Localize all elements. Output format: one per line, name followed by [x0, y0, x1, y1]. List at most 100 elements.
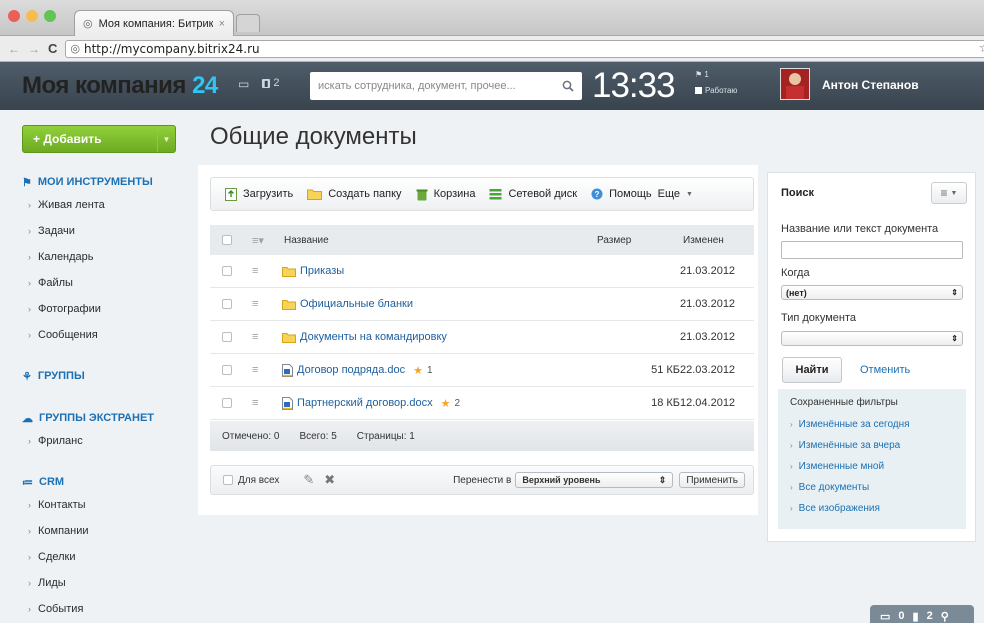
find-button[interactable]: Найти — [782, 357, 842, 383]
sidebar-item-freelance[interactable]: › Фриланс — [22, 428, 192, 454]
bookmark-star-icon[interactable]: ☆ — [979, 41, 984, 56]
row-checkbox[interactable] — [222, 299, 232, 309]
doc-name-input[interactable] — [781, 241, 963, 259]
upload-button[interactable]: Загрузить — [225, 187, 293, 201]
clock[interactable]: 13:33 — [592, 66, 676, 106]
sidebar-item-deals[interactable]: › Сделки — [22, 544, 192, 570]
doc-type-select[interactable]: ⇕ — [781, 331, 963, 346]
add-button[interactable]: + Добавить ▼ — [22, 125, 176, 153]
row-name[interactable]: Партнерский договор.docx ★ 2 — [282, 396, 582, 410]
rating-star-icon[interactable]: ★ — [441, 397, 451, 410]
sidebar-item-events[interactable]: › События — [22, 596, 192, 622]
sidebar-item-contacts[interactable]: › Контакты — [22, 492, 192, 518]
search-icon[interactable] — [562, 80, 574, 92]
chevron-down-icon: ▼ — [950, 189, 958, 197]
user-name[interactable]: Антон Степанов — [822, 78, 919, 92]
sidebar-section-crm[interactable]: ≔ CRM — [22, 472, 192, 492]
flag-icon: ⚑ — [695, 70, 703, 79]
tab-close-icon[interactable]: × — [219, 18, 225, 30]
row-checkbox[interactable] — [222, 266, 232, 276]
row-menu-icon[interactable]: ≡ — [252, 265, 264, 277]
saved-filter-item[interactable]: › Изменённые за вчера — [790, 440, 900, 451]
new-tab-button[interactable] — [236, 14, 260, 32]
row-name[interactable]: Приказы — [282, 265, 582, 277]
chevron-down-icon: ▼ — [686, 190, 693, 198]
row-menu-icon[interactable]: ≡ — [252, 364, 264, 376]
apply-button[interactable]: Применить — [679, 472, 745, 488]
rating-star-icon[interactable]: ★ — [413, 364, 423, 377]
help-button[interactable]: ? Помощь — [591, 188, 652, 200]
table-row[interactable]: ≡ Официальные бланки 21.03.2012 — [210, 288, 754, 321]
trash-button[interactable]: Корзина — [416, 188, 475, 201]
when-select[interactable]: (нет) ⇕ — [781, 285, 963, 300]
forward-icon[interactable]: → — [28, 42, 40, 56]
sidebar-item-tasks[interactable]: › Задачи — [22, 218, 192, 244]
select-all-checkbox[interactable] — [222, 235, 232, 245]
sidebar-item-label: Лиды — [38, 577, 66, 589]
sidebar-section-extranet[interactable]: ☁ ГРУППЫ ЭКСТРАНЕТ — [22, 408, 192, 428]
bottom-notification-widget[interactable]: ▭ 0 ▮ 2 ⚲ — [870, 605, 974, 623]
delete-icon[interactable]: ✖ — [324, 472, 335, 488]
filter-menu-button[interactable]: ≡ ▼ — [931, 182, 967, 204]
saved-filter-item[interactable]: › Измененные мной — [790, 461, 884, 472]
browser-tab[interactable]: ◎ Моя компания: Битрикс24 × — [74, 10, 234, 36]
bullet-icon: › — [28, 500, 31, 510]
search-input[interactable]: искать сотрудника, документ, прочее... — [310, 72, 582, 100]
column-name[interactable]: Название — [284, 235, 329, 246]
network-drive-button[interactable]: Сетевой диск — [489, 188, 577, 200]
saved-filter-item[interactable]: › Изменённые за сегодня — [790, 419, 910, 430]
table-row[interactable]: ≡ Договор подряда.doc ★ 1 51 КБ 22.03.201… — [210, 354, 754, 387]
tasks-flag-counter[interactable]: ⚑ 1 — [695, 70, 709, 79]
window-minimize-button[interactable] — [26, 10, 38, 22]
back-icon[interactable]: ← — [8, 42, 20, 56]
more-menu-button[interactable]: Еще ▼ — [658, 188, 693, 200]
sidebar-section-groups[interactable]: ⚘ ГРУППЫ — [22, 366, 192, 386]
row-name[interactable]: Официальные бланки — [282, 298, 582, 310]
sidebar-item-files[interactable]: › Файлы — [22, 270, 192, 296]
sidebar: ⚑ МОИ ИНСТРУМЕНТЫ › Живая лента › Задачи ›… — [22, 172, 192, 622]
sidebar-item-photos[interactable]: › Фотографии — [22, 296, 192, 322]
create-folder-label: Создать папку — [328, 188, 402, 200]
notifications-counter[interactable]: ▮ 2 — [262, 77, 280, 89]
column-size[interactable]: Размер — [597, 235, 631, 246]
row-menu-icon[interactable]: ≡ — [252, 397, 264, 409]
create-folder-button[interactable]: Создать папку — [307, 188, 402, 200]
row-checkbox[interactable] — [222, 332, 232, 342]
saved-filter-item[interactable]: › Все документы — [790, 482, 869, 493]
table-row[interactable]: ≡ Партнерский договор.docx ★ 2 18 КБ 12.0… — [210, 387, 754, 420]
saved-filter-item[interactable]: › Все изображения — [790, 503, 880, 514]
move-target-select[interactable]: Верхний уровень ⇕ — [515, 472, 674, 488]
for-all-checkbox[interactable] — [223, 475, 233, 485]
edit-pencil-icon[interactable]: ✎ — [303, 472, 314, 488]
row-menu-icon[interactable]: ≡ — [252, 298, 264, 310]
reload-icon[interactable]: C — [48, 41, 57, 56]
row-checkbox[interactable] — [222, 365, 232, 375]
row-checkbox[interactable] — [222, 398, 232, 408]
chat-icon[interactable]: ▭ — [238, 77, 249, 91]
row-name[interactable]: Документы на командировку — [282, 331, 582, 343]
row-name[interactable]: Договор подряда.doc ★ 1 — [282, 363, 582, 377]
sidebar-section-my-tools[interactable]: ⚑ МОИ ИНСТРУМЕНТЫ — [22, 172, 192, 192]
network-drive-label: Сетевой диск — [508, 188, 578, 200]
row-menu-icon[interactable]: ≡ — [252, 331, 264, 343]
work-status[interactable]: Работаю — [695, 86, 737, 95]
column-modified[interactable]: Изменен — [683, 235, 724, 246]
column-settings-icon[interactable]: ≡▾ — [252, 234, 272, 247]
table-row[interactable]: ≡ Документы на командировку 21.03.2012 — [210, 321, 754, 354]
table-row[interactable]: ≡ Приказы 21.03.2012 — [210, 255, 754, 288]
sidebar-item-calendar[interactable]: › Календарь — [22, 244, 192, 270]
sidebar-item-messages[interactable]: › Сообщения — [22, 322, 192, 348]
chevron-down-icon[interactable]: ▼ — [157, 126, 175, 152]
url-field[interactable]: ◎ http://mycompany.bitrix24.ru ☆ — [65, 39, 984, 58]
sidebar-item-live-feed[interactable]: › Живая лента — [22, 192, 192, 218]
cancel-link[interactable]: Отменить — [860, 364, 910, 376]
window-zoom-button[interactable] — [44, 10, 56, 22]
window-close-button[interactable] — [8, 10, 20, 22]
company-logo[interactable]: Моя компания 24 — [22, 72, 218, 100]
sidebar-item-companies[interactable]: › Компании — [22, 518, 192, 544]
sidebar-item-leads[interactable]: › Лиды — [22, 570, 192, 596]
select-arrows-icon: ⇕ — [951, 334, 958, 343]
avatar[interactable] — [780, 68, 810, 100]
address-bar: ← → C ◎ http://mycompany.bitrix24.ru ☆ — [0, 36, 984, 62]
sidebar-item-label: Сделки — [38, 551, 76, 563]
